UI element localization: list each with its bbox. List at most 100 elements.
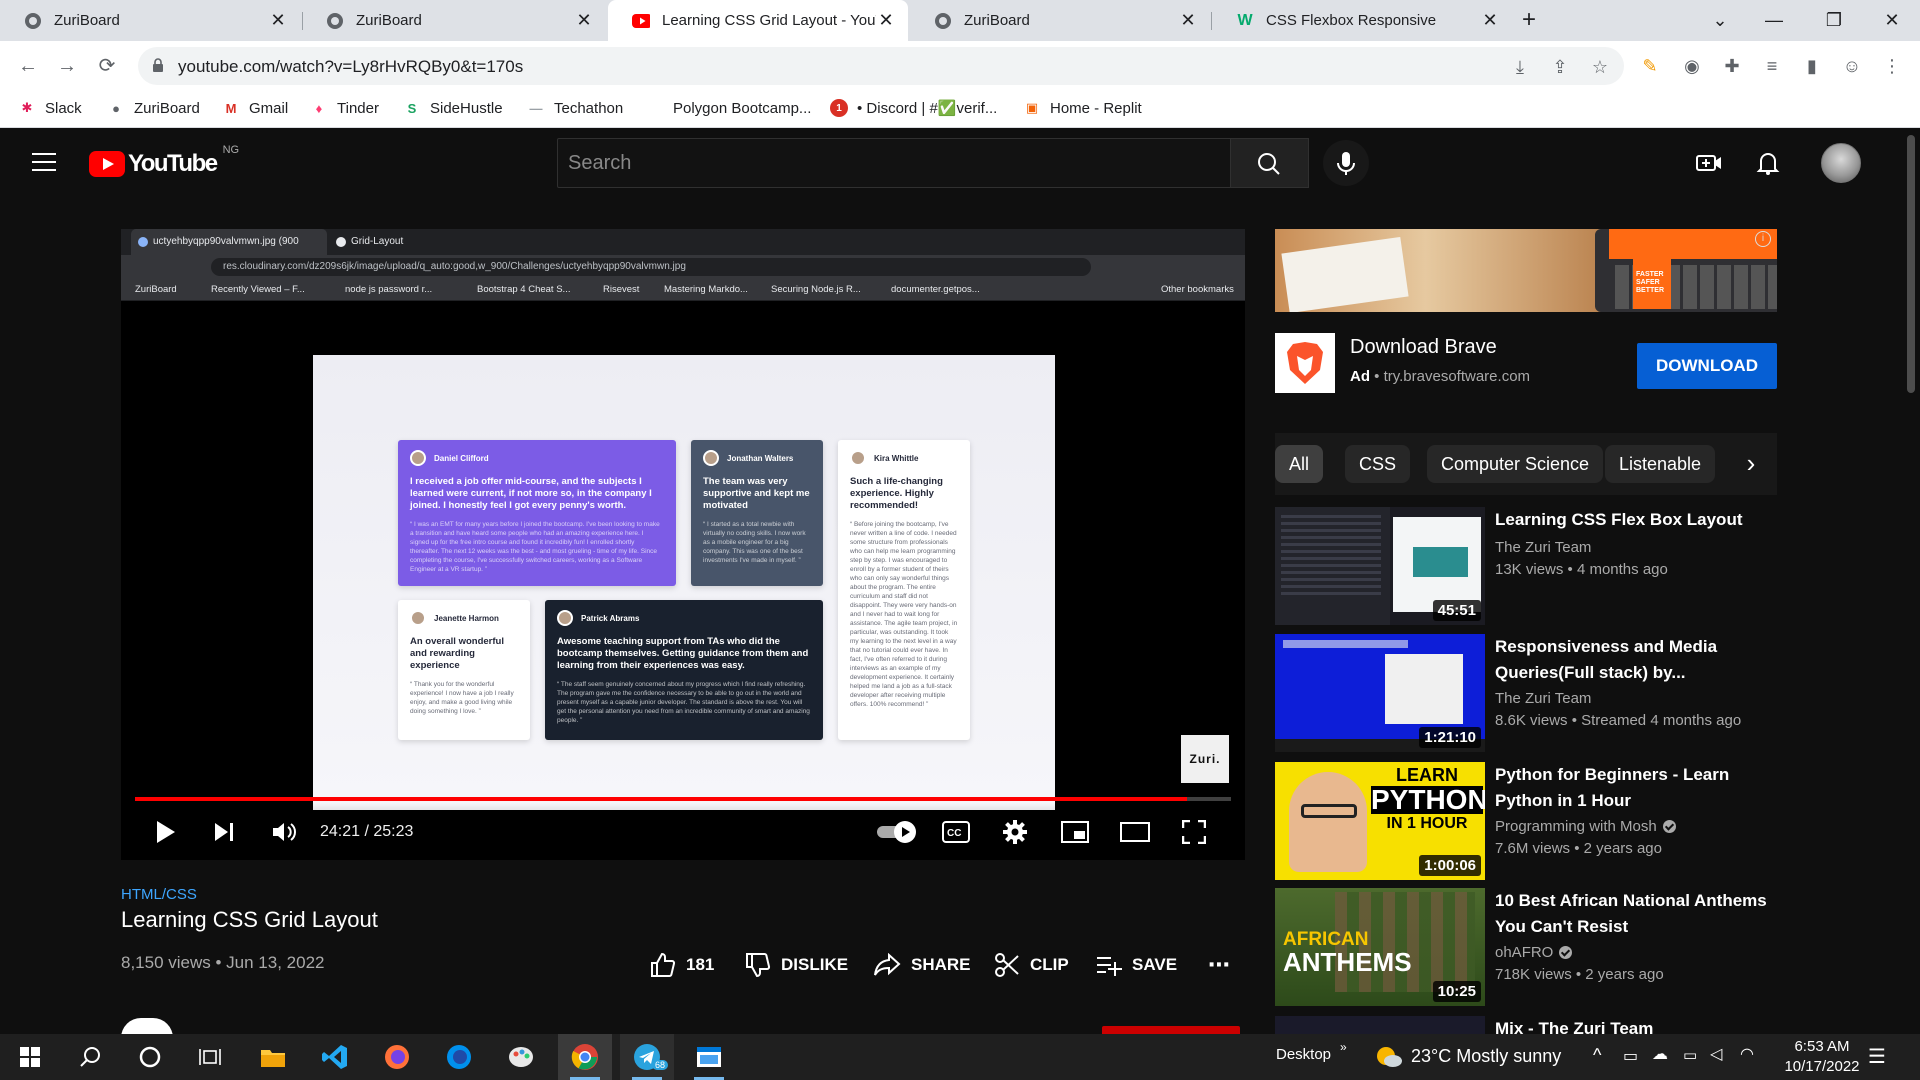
close-tab-icon[interactable]: ✕	[1178, 10, 1198, 31]
notifications-bell-icon[interactable]	[1754, 149, 1782, 177]
back-button[interactable]: ←	[14, 52, 42, 80]
reload-button[interactable]: ⟳	[93, 52, 121, 80]
volume-button[interactable]	[267, 817, 301, 847]
firefox-dev-button[interactable]	[434, 1034, 484, 1080]
ad-info-icon[interactable]: i	[1755, 231, 1771, 247]
brave-logo-icon[interactable]	[1275, 333, 1335, 393]
video-thumbnail[interactable]: 45:51	[1275, 507, 1485, 625]
bookmark-gmail[interactable]: M Gmail	[222, 99, 289, 117]
show-hidden-icons-chevron-icon[interactable]: ^	[1593, 1045, 1601, 1066]
app-window-button[interactable]	[682, 1034, 736, 1080]
more-actions-button[interactable]: ⋯	[1208, 950, 1230, 980]
video-title[interactable]: Responsiveness and Media Queries(Full st…	[1495, 634, 1775, 686]
progress-bar[interactable]	[135, 797, 1231, 801]
recommendation-item[interactable]: 45:51 Learning CSS Flex Box Layout The Z…	[1275, 507, 1777, 625]
recommendation-item[interactable]: Mix - The Zuri Team	[1275, 1016, 1777, 1034]
taskbar-search-button[interactable]	[65, 1034, 115, 1080]
clock-time[interactable]: 6:53 AM	[1787, 1038, 1857, 1055]
action-center-icon[interactable]: ☰	[1868, 1044, 1886, 1069]
video-hashtag[interactable]: HTML/CSS	[121, 886, 197, 903]
like-button[interactable]: 181	[650, 950, 714, 980]
recommendation-item[interactable]: LEARN PYTHON IN 1 HOUR 1:00:06 Python fo…	[1275, 762, 1777, 880]
ad-banner-image[interactable]: FASTER SAFER BETTER	[1275, 229, 1777, 312]
firefox-button[interactable]	[372, 1034, 422, 1080]
channel-name[interactable]: Programming with Mosh	[1495, 818, 1676, 835]
volume-speaker-icon[interactable]: ◁	[1710, 1044, 1722, 1064]
bookmark-replit[interactable]: ▣ Home - Replit	[1023, 99, 1142, 117]
meet-now-icon[interactable]: ▭	[1623, 1046, 1638, 1066]
voice-search-button[interactable]	[1323, 140, 1369, 186]
settings-button[interactable]	[998, 817, 1032, 847]
chip-computer-science[interactable]: Computer Science	[1427, 445, 1604, 483]
chip-listenable[interactable]: Listenable	[1605, 445, 1716, 483]
video-thumbnail[interactable]	[1275, 1016, 1485, 1034]
bookmark-slack[interactable]: ✱ Slack	[18, 99, 82, 117]
channel-name[interactable]: ohAFRO	[1495, 944, 1573, 961]
bookmark-techathon[interactable]: — Techathon	[527, 99, 624, 117]
zuri-watermark[interactable]: Zuri.	[1181, 735, 1229, 783]
forward-button[interactable]: →	[53, 52, 81, 80]
bookmark-zuriboard[interactable]: ● ZuriBoard	[107, 99, 200, 117]
paint-button[interactable]	[496, 1034, 546, 1080]
profile-avatar-icon[interactable]: ☺	[1840, 54, 1864, 78]
download-button[interactable]: DOWNLOAD	[1637, 343, 1777, 389]
search-input[interactable]	[558, 139, 1230, 187]
account-avatar[interactable]	[1821, 143, 1861, 183]
tab-search-chevron-icon[interactable]: ⌄	[1692, 0, 1748, 41]
telegram-button[interactable]: 68	[620, 1034, 674, 1080]
close-tab-icon[interactable]: ✕	[574, 10, 594, 31]
start-button[interactable]	[5, 1034, 55, 1080]
play-button[interactable]	[148, 817, 182, 847]
miniplayer-button[interactable]	[1058, 817, 1092, 847]
save-button[interactable]: SAVE	[1096, 950, 1177, 980]
share-button[interactable]: SHARE	[873, 950, 971, 980]
browser-tab[interactable]: ZuriBoard ✕	[0, 0, 300, 41]
search-button[interactable]	[1231, 138, 1309, 188]
wifi-icon[interactable]: ◠	[1740, 1044, 1754, 1064]
weather-text[interactable]: 23°C Mostly sunny	[1411, 1046, 1561, 1067]
ad-title[interactable]: Download Brave	[1350, 336, 1497, 359]
extensions-puzzle-icon[interactable]: ✚	[1720, 54, 1744, 78]
cortana-button[interactable]	[125, 1034, 175, 1080]
maximize-button[interactable]: ❐	[1806, 0, 1862, 41]
recommendation-item[interactable]: 1:21:10 Responsiveness and Media Queries…	[1275, 634, 1777, 752]
bookmark-discord[interactable]: 1 • Discord | #✅verif...	[830, 99, 997, 117]
autoplay-toggle[interactable]	[875, 817, 921, 847]
new-tab-button[interactable]: +	[1515, 7, 1543, 35]
toolbar-expand-icon[interactable]: »	[1340, 1040, 1347, 1054]
reading-list-icon[interactable]: ≡	[1760, 54, 1784, 78]
file-explorer-button[interactable]	[248, 1034, 298, 1080]
extension-mask-icon[interactable]: ◉	[1680, 54, 1704, 78]
side-panel-icon[interactable]: ▮	[1800, 54, 1824, 78]
channel-name[interactable]: The Zuri Team	[1495, 539, 1591, 556]
video-title[interactable]: Mix - The Zuri Team	[1495, 1016, 1775, 1034]
chrome-button[interactable]	[558, 1034, 612, 1080]
battery-icon[interactable]: ▭	[1683, 1046, 1697, 1064]
bookmark-tinder[interactable]: ♦ Tinder	[310, 99, 379, 117]
vscode-button[interactable]	[310, 1034, 360, 1080]
scrollbar-thumb[interactable]	[1907, 135, 1915, 393]
bookmark-polygon[interactable]: Polygon Bootcamp...	[646, 99, 811, 117]
bookmark-star-icon[interactable]: ☆	[1590, 57, 1610, 77]
pen-extension-icon[interactable]: ✎	[1638, 54, 1662, 78]
task-view-button[interactable]	[185, 1034, 235, 1080]
theater-mode-button[interactable]	[1118, 817, 1152, 847]
youtube-logo[interactable]: YouTube NG	[89, 144, 239, 178]
close-window-button[interactable]: ✕	[1864, 0, 1920, 41]
desktop-toolbar-label[interactable]: Desktop	[1276, 1046, 1331, 1063]
video-title[interactable]: 10 Best African National Anthems You Can…	[1495, 888, 1775, 940]
cloud-sync-icon[interactable]: ☁	[1652, 1044, 1668, 1064]
clock-date[interactable]: 10/17/2022	[1780, 1058, 1864, 1075]
browser-tab[interactable]: ZuriBoard ✕	[910, 0, 1210, 41]
share-icon[interactable]: ⇪	[1550, 57, 1570, 77]
chip-all[interactable]: All	[1275, 445, 1324, 483]
video-thumbnail[interactable]: AFRICAN ANTHEMS 10:25	[1275, 888, 1485, 1006]
dislike-button[interactable]: DISLIKE	[745, 950, 848, 980]
create-video-icon[interactable]	[1695, 149, 1723, 177]
chrome-menu-icon[interactable]: ⋮	[1880, 54, 1904, 78]
recommendation-item[interactable]: AFRICAN ANTHEMS 10:25 10 Best African Na…	[1275, 888, 1777, 1006]
video-thumbnail[interactable]: LEARN PYTHON IN 1 HOUR 1:00:06	[1275, 762, 1485, 880]
install-app-icon[interactable]: ⤓	[1510, 57, 1530, 77]
bookmark-sidehustle[interactable]: S SideHustle	[403, 99, 503, 117]
fullscreen-button[interactable]	[1177, 817, 1211, 847]
